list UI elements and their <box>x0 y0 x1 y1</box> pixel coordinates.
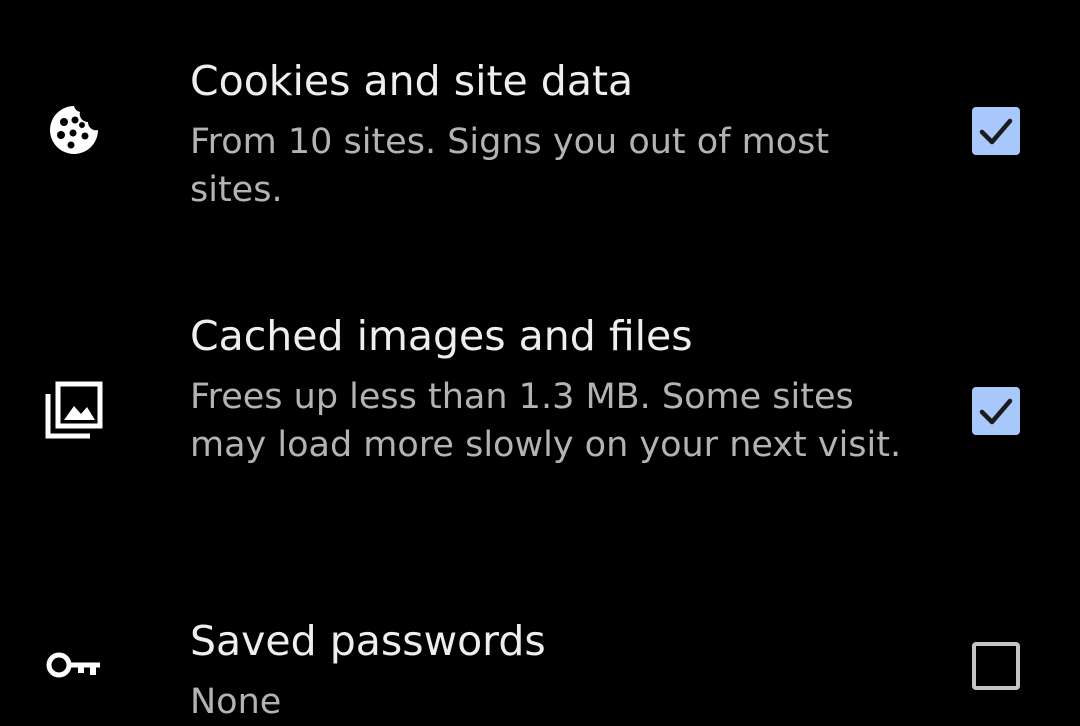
checkmark-icon <box>979 118 1013 145</box>
list-item-cache[interactable]: Cached images and files Frees up less th… <box>0 250 1080 570</box>
cache-checkbox[interactable] <box>972 387 1020 435</box>
cookies-checkbox[interactable] <box>972 107 1020 155</box>
image-stack-icon <box>44 380 104 440</box>
item-description: From 10 sites. Signs you out of most sit… <box>190 122 830 210</box>
item-description: None <box>190 682 282 722</box>
item-title: Cached images and files <box>190 312 693 360</box>
item-title: Cookies and site data <box>190 57 634 105</box>
item-description: Frees up less than 1.3 MB. Some sites ma… <box>190 377 902 465</box>
list-item-passwords[interactable]: Saved passwords None <box>0 570 1080 722</box>
passwords-checkbox[interactable] <box>972 642 1020 690</box>
key-icon <box>44 635 104 695</box>
checkmark-icon <box>979 398 1013 425</box>
list-item-cookies[interactable]: Cookies and site data From 10 sites. Sig… <box>0 0 1080 250</box>
cookie-icon <box>44 100 104 160</box>
item-title: Saved passwords <box>190 617 546 665</box>
